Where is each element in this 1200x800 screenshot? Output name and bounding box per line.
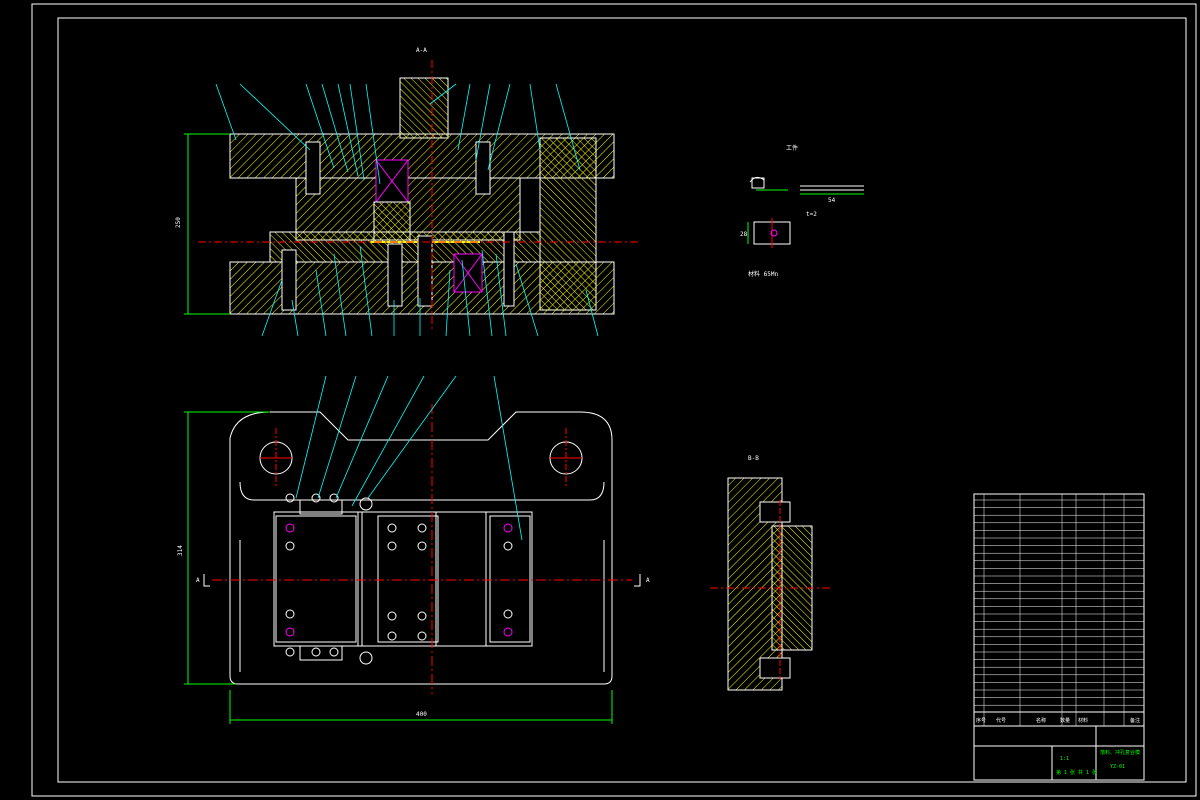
tb-drawing-no: YZ-01 <box>1110 764 1125 770</box>
dim-section-height: 250 <box>175 217 182 228</box>
tb-h2: 名称 <box>1036 717 1046 724</box>
workpiece-view: 工件 54 28 t=2 材料 65Mn <box>740 144 864 278</box>
title-block: 序号 代号 名称 数量 材料 备注 落料、冲孔复合模 YZ-01 1:1 第 1… <box>973 493 1145 781</box>
tb-h0: 序号 <box>976 717 986 724</box>
detail-label: B-B <box>748 455 759 462</box>
cad-drawing: A-A 250 A A 314 400 工件 54 28 t=2 材料 65Mn… <box>31 3 1197 797</box>
detail-view: B-B <box>710 455 830 691</box>
wp-material: 材料 65Mn <box>748 270 778 278</box>
wp-width: 28 <box>740 231 748 238</box>
tb-h1: 代号 <box>996 717 1006 724</box>
dim-plan-width: 400 <box>416 711 427 718</box>
tb-h4: 材料 <box>1078 717 1088 724</box>
dim-plan-height: 314 <box>177 545 184 556</box>
workpiece-label: 工件 <box>786 144 798 152</box>
outer-frame <box>31 3 1197 797</box>
tb-title: 落料、冲孔复合模 <box>1100 749 1140 756</box>
tb-scale: 1:1 <box>1060 756 1069 762</box>
section-marker-left: A <box>196 577 200 584</box>
plan-view: A A 314 400 <box>177 404 650 724</box>
tb-h5: 备注 <box>1130 717 1140 724</box>
wp-thickness: t=2 <box>806 211 817 218</box>
section-view: A-A 250 <box>175 47 640 330</box>
wp-length: 54 <box>828 197 836 204</box>
section-marker-right: A <box>646 577 650 584</box>
section-view-label: A-A <box>416 47 427 54</box>
leaders-plan <box>295 375 523 541</box>
tb-sheet: 第 1 张 共 1 张 <box>1056 769 1097 776</box>
tb-h3: 数量 <box>1060 717 1070 724</box>
